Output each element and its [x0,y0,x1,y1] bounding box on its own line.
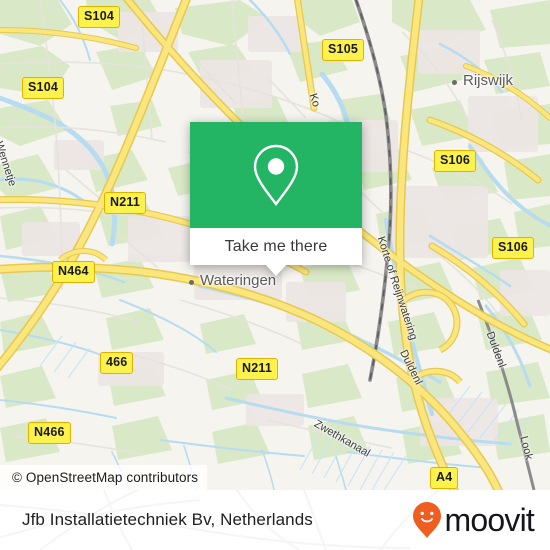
footer-bar: Jfb Installatietechniek Bv, Netherlands … [0,490,550,550]
place-dot-icon [452,80,457,85]
card-action-label: Take me there [224,237,328,255]
osm-attribution[interactable]: © OpenStreetMap contributors [0,465,208,490]
road-shield: S106 [492,237,534,259]
moovit-logo[interactable]: moovit [412,501,535,539]
road-shield: N211 [104,192,146,214]
moovit-pin-smiley-icon [412,502,441,538]
road-shield: N211 [236,358,278,380]
road-shield: A4 [430,467,459,489]
location-title: Jfb Installatietechniek Bv, Netherlands [22,510,313,529]
road-shield: N466 [28,422,71,444]
moovit-map-screenshot: S104 S105 S104 S106 S106 N211 N464 466 N211 N466 A… [0,0,550,550]
map-pin-icon [253,144,299,206]
card-pointer-tail [265,264,287,276]
place-label: Rijswijk [463,72,513,89]
moovit-wordmark: moovit [444,502,535,538]
road-shield: S104 [22,77,64,99]
card-header [190,122,362,228]
road-shield: S106 [434,150,476,172]
road-shield: S105 [322,39,364,61]
place-dot-icon [189,280,194,285]
card-footer[interactable]: Take me there [190,228,362,276]
road-shield: S104 [78,6,120,28]
road-shield: 466 [100,352,134,374]
take-me-there-card[interactable]: Take me there [190,122,362,276]
road-shield: N464 [52,261,95,283]
